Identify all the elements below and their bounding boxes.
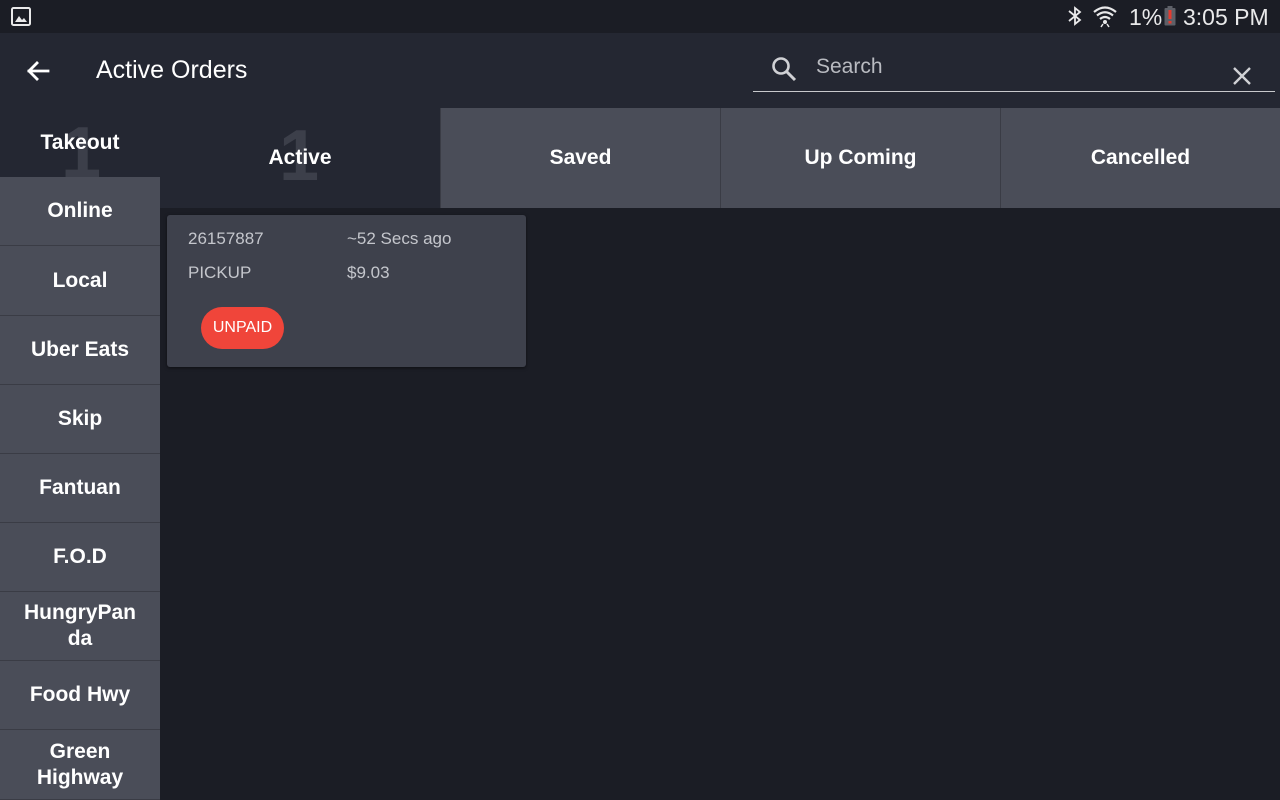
sidebar-item-label: Green Highway bbox=[36, 739, 124, 789]
tab-label: Up Coming bbox=[804, 146, 917, 169]
tab-label: Active bbox=[268, 146, 332, 169]
sidebar-item-label: Takeout bbox=[40, 130, 120, 154]
back-arrow-icon[interactable] bbox=[20, 53, 56, 89]
order-id: 26157887 bbox=[188, 229, 264, 248]
sidebar-item-skip[interactable]: Skip bbox=[0, 385, 160, 454]
sidebar-item-label: Online bbox=[47, 199, 113, 222]
page-title: Active Orders bbox=[96, 56, 248, 84]
sidebar-item-local[interactable]: Local bbox=[0, 246, 160, 316]
tab-cancelled[interactable]: Cancelled bbox=[1000, 108, 1280, 208]
sidebar-item-label: Uber Eats bbox=[30, 338, 130, 361]
tab-up-coming[interactable]: Up Coming bbox=[720, 108, 1000, 208]
sidebar-item-food-hwy[interactable]: Food Hwy bbox=[0, 661, 160, 730]
sidebar-item-fod[interactable]: F.O.D bbox=[0, 523, 160, 592]
app-bar: Active Orders bbox=[0, 33, 1280, 108]
sidebar: 1 Takeout Online Local Uber Eats Skip Fa… bbox=[0, 108, 160, 800]
search-bar bbox=[753, 45, 1275, 92]
sidebar-item-uber-eats[interactable]: Uber Eats bbox=[0, 316, 160, 385]
clock: 3:05 PM bbox=[1183, 4, 1269, 30]
order-time-ago: ~52 Secs ago bbox=[347, 229, 452, 248]
sidebar-item-label: Skip bbox=[57, 407, 103, 430]
order-status-tabs: 1 Active Saved Up Coming Cancelled bbox=[160, 108, 1280, 208]
sidebar-item-takeout[interactable]: 1 Takeout bbox=[0, 108, 160, 189]
battery-icon bbox=[1164, 6, 1176, 26]
bluetooth-icon bbox=[1068, 6, 1082, 26]
gallery-icon bbox=[11, 7, 31, 26]
search-input[interactable] bbox=[816, 51, 1216, 83]
unpaid-badge[interactable]: UNPAID bbox=[201, 307, 284, 349]
orders-list: 26157887 ~52 Secs ago PICKUP $9.03 UNPAI… bbox=[160, 208, 1280, 800]
tab-saved[interactable]: Saved bbox=[440, 108, 720, 208]
tab-label: Saved bbox=[549, 146, 612, 169]
sidebar-item-online[interactable]: Online bbox=[0, 177, 160, 246]
search-icon bbox=[772, 57, 797, 82]
sidebar-item-label: HungryPan da bbox=[23, 601, 136, 650]
status-bar: 1% 3:05 PM bbox=[0, 0, 1280, 33]
sidebar-item-hungrypanda[interactable]: HungryPan da bbox=[0, 592, 160, 661]
close-icon[interactable] bbox=[1231, 65, 1253, 87]
order-card[interactable]: 26157887 ~52 Secs ago PICKUP $9.03 UNPAI… bbox=[167, 215, 526, 367]
sidebar-item-label: Fantuan bbox=[39, 476, 121, 499]
sidebar-item-label: Food Hwy bbox=[29, 683, 131, 706]
tab-active[interactable]: 1 Active bbox=[160, 108, 440, 208]
sidebar-item-label: F.O.D bbox=[53, 545, 107, 568]
sidebar-item-fantuan[interactable]: Fantuan bbox=[0, 454, 160, 523]
tab-label: Cancelled bbox=[1090, 146, 1191, 169]
battery-percent: 1% bbox=[1129, 4, 1163, 30]
wifi-icon bbox=[1093, 6, 1117, 28]
sidebar-item-green-highway[interactable]: Green Highway bbox=[0, 730, 160, 800]
sidebar-item-label: Local bbox=[52, 268, 108, 292]
order-type: PICKUP bbox=[188, 263, 252, 282]
order-total: $9.03 bbox=[347, 263, 390, 282]
